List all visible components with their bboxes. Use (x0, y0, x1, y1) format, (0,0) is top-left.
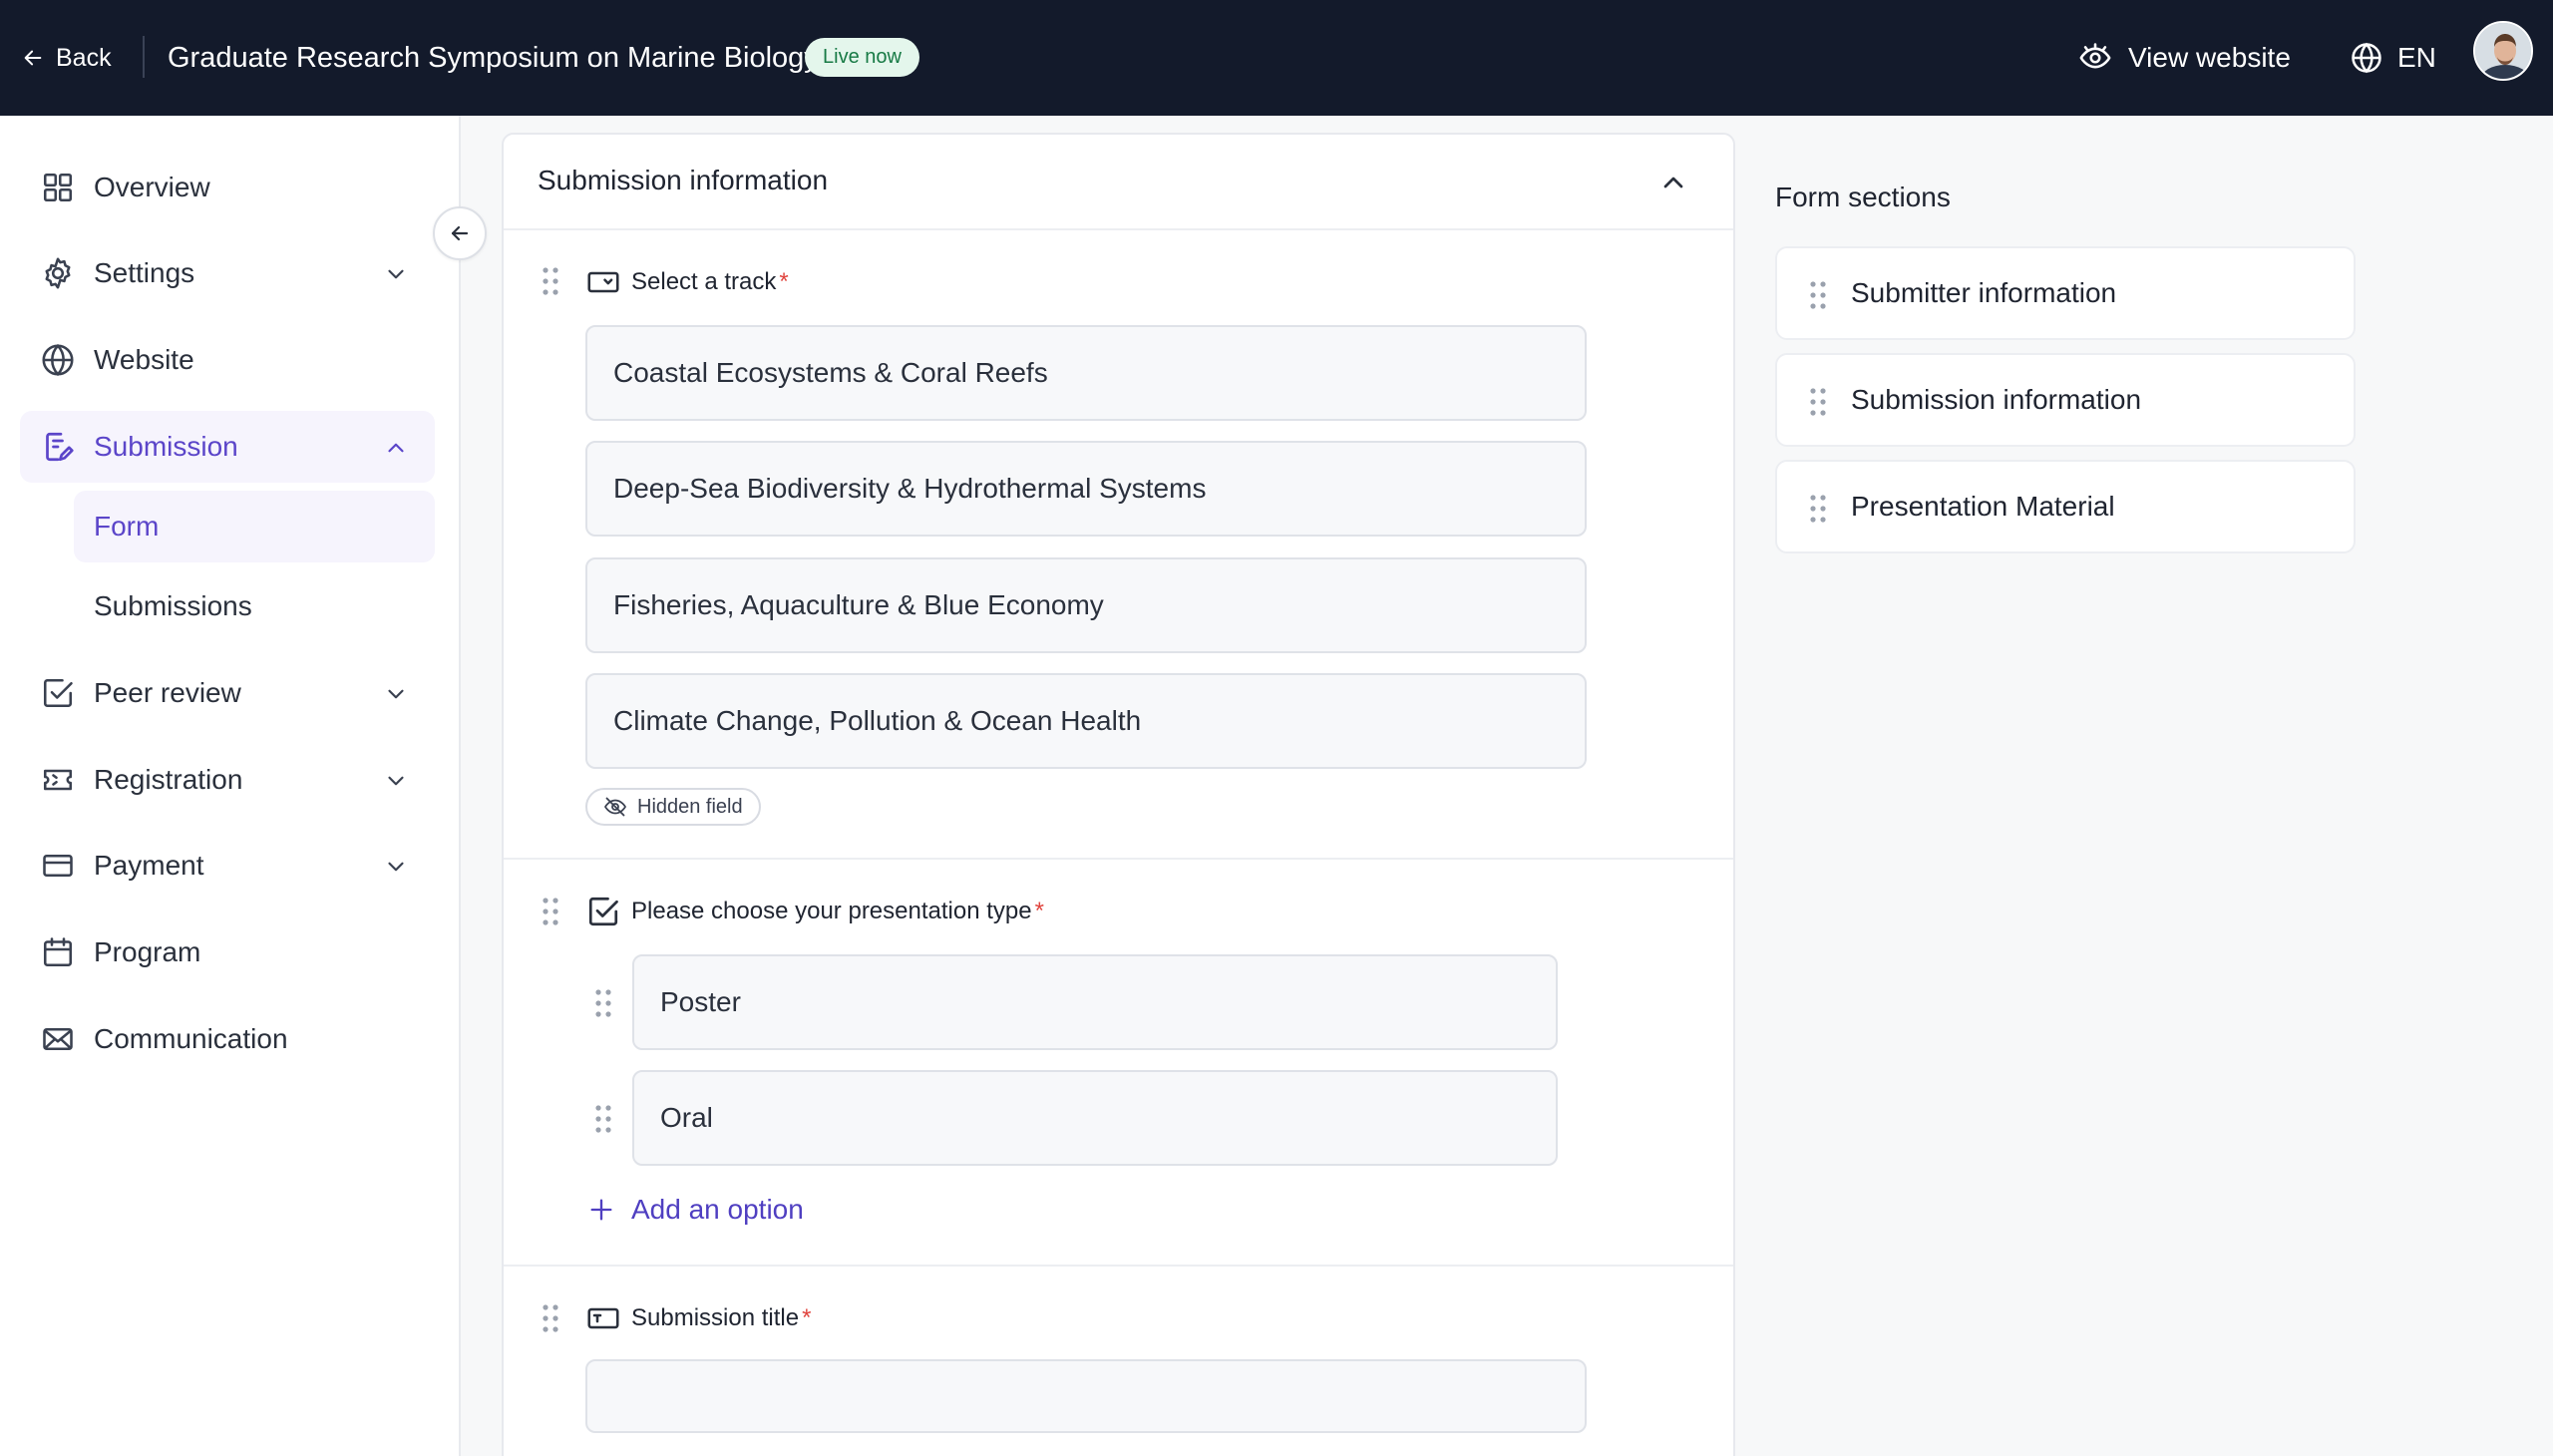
required-mark: * (1034, 898, 1044, 924)
field-label: Please choose your presentation type * (631, 898, 1044, 924)
drag-handle-icon[interactable] (1807, 492, 1829, 526)
drag-handle-icon[interactable] (592, 986, 614, 1020)
sidebar-item-label: Payment (94, 850, 204, 881)
gear-icon (40, 255, 76, 291)
section-title: Submission information (538, 165, 829, 195)
sidebar-subitem-form[interactable]: Form (74, 491, 435, 562)
field-label: Select a track * (631, 268, 789, 295)
required-mark: * (802, 1304, 812, 1331)
field-divider (504, 858, 1733, 860)
status-badge: Live now (805, 38, 919, 77)
drag-handle-icon[interactable] (540, 264, 561, 298)
add-option-button[interactable]: Add an option (587, 1188, 804, 1232)
sidebar-item-label: Submission (94, 431, 238, 462)
hidden-field-label: Hidden field (637, 795, 743, 818)
sidebar-item-payment[interactable]: Payment (20, 830, 435, 902)
calendar-icon (40, 934, 76, 970)
track-option[interactable]: Fisheries, Aquaculture & Blue Economy (585, 557, 1587, 653)
chevron-down-icon (383, 681, 409, 707)
plus-icon (587, 1196, 615, 1224)
sidebar-item-settings[interactable]: Settings (20, 237, 435, 309)
drag-handle-icon[interactable] (540, 1301, 561, 1335)
sidebar-item-label: Communication (94, 1023, 288, 1054)
arrow-left-icon (448, 221, 472, 245)
sidebar-subitem-submissions[interactable]: Submissions (74, 570, 435, 642)
check-square-icon (40, 675, 76, 711)
eye-icon (2078, 41, 2112, 75)
field-label: Submission title * (631, 1304, 812, 1331)
sidebar-item-label: Settings (94, 257, 195, 288)
sidebar-item-registration[interactable]: Registration (20, 744, 435, 816)
back-label: Back (56, 43, 112, 72)
sidebar-item-label: Program (94, 936, 201, 967)
avatar[interactable] (2473, 21, 2533, 81)
sidebar-item-submission[interactable]: Submission (20, 411, 435, 483)
view-website-label: View website (2128, 42, 2291, 73)
submission-icon (40, 429, 76, 465)
drag-handle-icon[interactable] (1807, 385, 1829, 419)
sidebar-item-label: Overview (94, 172, 210, 202)
mail-icon (40, 1021, 76, 1057)
presentation-option[interactable]: Oral (632, 1070, 1558, 1166)
checkbox-field-icon (585, 894, 621, 929)
drag-handle-icon[interactable] (540, 895, 561, 928)
chevron-down-icon (383, 768, 409, 794)
form-section-item[interactable]: Presentation Material (1775, 460, 2356, 553)
top-bar: Back Graduate Research Symposium on Mari… (0, 0, 2553, 116)
back-button[interactable]: Back (22, 38, 112, 78)
form-section-label: Submitter information (1851, 277, 2117, 308)
sidebar-item-program[interactable]: Program (20, 916, 435, 988)
arrow-left-icon (22, 47, 44, 69)
hidden-field-chip[interactable]: Hidden field (585, 788, 761, 826)
submission-title-input[interactable] (585, 1359, 1587, 1433)
grid-icon (40, 170, 76, 205)
sidebar-item-peer-review[interactable]: Peer review (20, 657, 435, 729)
form-sections-title: Form sections (1775, 182, 1951, 212)
track-option[interactable]: Climate Change, Pollution & Ocean Health (585, 673, 1587, 769)
section-header[interactable]: Submission information (504, 135, 1733, 230)
chevron-up-icon[interactable] (1657, 167, 1689, 198)
chevron-down-icon (383, 261, 409, 287)
sidebar-item-website[interactable]: Website (20, 324, 435, 396)
form-section-card: Submission information Select a track * C… (502, 133, 1735, 1456)
globe-icon (40, 342, 76, 378)
sidebar-item-label: Peer review (94, 677, 241, 708)
sidebar-item-overview[interactable]: Overview (20, 152, 435, 223)
required-mark: * (779, 268, 789, 295)
sidebar-item-communication[interactable]: Communication (20, 1003, 435, 1075)
chevron-up-icon (383, 435, 409, 461)
form-section-label: Presentation Material (1851, 491, 2115, 522)
form-section-item[interactable]: Submission information (1775, 353, 2356, 447)
language-label: EN (2397, 42, 2436, 73)
topbar-divider (143, 36, 145, 78)
add-option-label: Add an option (631, 1194, 804, 1225)
card-icon (40, 848, 76, 884)
chevron-down-icon (383, 854, 409, 880)
ticket-icon (40, 762, 76, 798)
collapse-sidebar-button[interactable] (433, 206, 487, 260)
form-section-label: Submission information (1851, 384, 2142, 415)
sidebar-item-label: Website (94, 344, 194, 375)
view-website-button[interactable]: View website (2078, 36, 2291, 80)
event-title: Graduate Research Symposium on Marine Bi… (168, 42, 819, 74)
presentation-option[interactable]: Poster (632, 954, 1558, 1050)
sidebar-subitem-label: Form (94, 511, 160, 542)
sidebar-item-label: Registration (94, 764, 243, 795)
drag-handle-icon[interactable] (1807, 278, 1829, 312)
track-option[interactable]: Deep-Sea Biodiversity & Hydrothermal Sys… (585, 441, 1587, 537)
eye-off-icon (603, 795, 627, 819)
track-option[interactable]: Coastal Ecosystems & Coral Reefs (585, 325, 1587, 421)
drag-handle-icon[interactable] (592, 1102, 614, 1136)
language-selector[interactable]: EN (2350, 36, 2436, 80)
dropdown-field-icon (585, 264, 621, 300)
globe-icon (2350, 41, 2383, 75)
field-divider (504, 1265, 1733, 1267)
text-field-icon (585, 1300, 621, 1336)
form-section-item[interactable]: Submitter information (1775, 246, 2356, 340)
sidebar-subitem-label: Submissions (94, 590, 252, 621)
